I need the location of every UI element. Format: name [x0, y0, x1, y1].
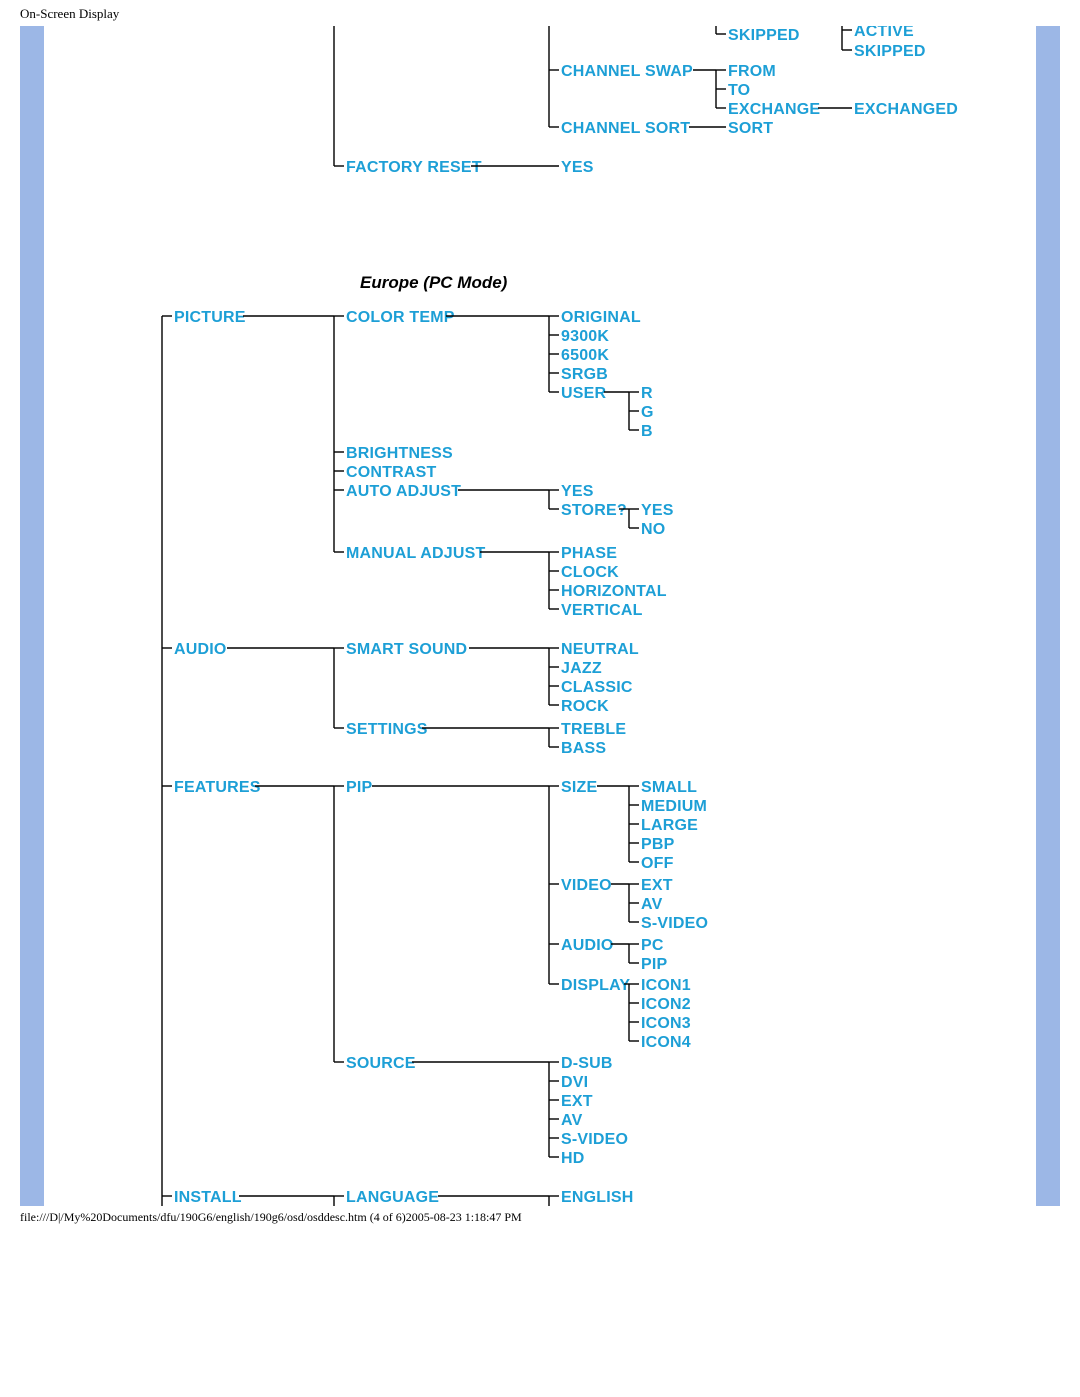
node-install: INSTALL — [174, 1189, 242, 1206]
node-user-b: B — [641, 423, 653, 440]
label-to: TO — [728, 82, 750, 99]
label-exchanged: EXCHANGED — [854, 101, 958, 118]
node-horizontal: HORIZONTAL — [561, 583, 667, 600]
label-active: ACTIVE — [854, 26, 914, 40]
node-hd: HD — [561, 1150, 585, 1167]
node-audio-settings: SETTINGS — [346, 721, 428, 738]
node-size-pbp: PBP — [641, 836, 675, 853]
node-pip: PIP — [346, 779, 373, 796]
node-neutral: NEUTRAL — [561, 641, 639, 658]
node-size-off: OFF — [641, 855, 674, 872]
node-source: SOURCE — [346, 1055, 416, 1072]
node-audio: AUDIO — [174, 641, 227, 658]
node-srgb: SRGB — [561, 366, 608, 383]
node-pip-audio: AUDIO — [561, 937, 614, 954]
node-6500k: 6500K — [561, 347, 609, 364]
node-video-ext: EXT — [641, 877, 673, 894]
node-user-g: G — [641, 404, 654, 421]
label-sort: SORT — [728, 120, 773, 137]
node-pip-video: VIDEO — [561, 877, 612, 894]
node-auto-yes: YES — [561, 483, 594, 500]
node-video-svideo: S-VIDEO — [641, 915, 708, 932]
node-jazz: JAZZ — [561, 660, 602, 677]
label-factory-reset-yes: YES — [561, 159, 594, 176]
label-skipped-2: SKIPPED — [854, 43, 926, 60]
label-channel-sort: CHANNEL SORT — [561, 120, 690, 137]
node-size-medium: MEDIUM — [641, 798, 707, 815]
node-contrast: CONTRAST — [346, 464, 437, 481]
node-icon1: ICON1 — [641, 977, 691, 994]
node-auto-adjust: AUTO ADJUST — [346, 483, 461, 500]
osd-tree-diagram: SKIPPED ACTIVE SKIPPED CHANNEL SWAP FROM… — [44, 26, 1036, 1206]
right-border-bar — [1036, 26, 1060, 1206]
node-dvi: DVI — [561, 1074, 588, 1091]
node-pipaudio-pip: PIP — [641, 956, 668, 973]
node-src-ext: EXT — [561, 1093, 593, 1110]
node-pipaudio-pc: PC — [641, 937, 664, 954]
node-icon4: ICON4 — [641, 1034, 691, 1051]
node-size-large: LARGE — [641, 817, 698, 834]
label-channel-swap: CHANNEL SWAP — [561, 63, 693, 80]
label-exchange: EXCHANGE — [728, 101, 820, 118]
label-skipped-top: SKIPPED — [728, 27, 800, 44]
node-vertical: VERTICAL — [561, 602, 643, 619]
node-icon3: ICON3 — [641, 1015, 691, 1032]
node-pip-size: SIZE — [561, 779, 597, 796]
node-smart-sound: SMART SOUND — [346, 641, 467, 658]
heading-europe-pc-mode: Europe (PC Mode) — [360, 273, 508, 292]
node-icon2: ICON2 — [641, 996, 691, 1013]
label-factory-reset: FACTORY RESET — [346, 159, 482, 176]
node-manual-adjust: MANUAL ADJUST — [346, 545, 486, 562]
node-features: FEATURES — [174, 779, 261, 796]
node-brightness: BRIGHTNESS — [346, 445, 453, 462]
node-rock: ROCK — [561, 698, 609, 715]
node-clock: CLOCK — [561, 564, 619, 581]
node-phase: PHASE — [561, 545, 617, 562]
page-title: On-Screen Display — [0, 0, 1080, 22]
node-color-temp: COLOR TEMP — [346, 309, 455, 326]
node-original: ORIGINAL — [561, 309, 641, 326]
node-src-av: AV — [561, 1112, 583, 1129]
node-bass: BASS — [561, 740, 606, 757]
node-src-svideo: S-VIDEO — [561, 1131, 628, 1148]
node-language: LANGUAGE — [346, 1189, 439, 1206]
node-dsub: D-SUB — [561, 1055, 613, 1072]
node-video-av: AV — [641, 896, 663, 913]
node-store-yes: YES — [641, 502, 674, 519]
node-user: USER — [561, 385, 606, 402]
node-pip-display: DISPLAY — [561, 977, 630, 994]
node-store: STORE? — [561, 502, 627, 519]
node-user-r: R — [641, 385, 653, 402]
node-english: ENGLISH — [561, 1189, 634, 1206]
page-footer: file:///D|/My%20Documents/dfu/190G6/engl… — [0, 1206, 1080, 1225]
node-treble: TREBLE — [561, 721, 626, 738]
page-body: SKIPPED ACTIVE SKIPPED CHANNEL SWAP FROM… — [20, 26, 1060, 1206]
node-9300k: 9300K — [561, 328, 609, 345]
label-from: FROM — [728, 63, 776, 80]
osd-tree-svg: SKIPPED ACTIVE SKIPPED CHANNEL SWAP FROM… — [44, 26, 1036, 1206]
node-store-no: NO — [641, 521, 665, 538]
node-size-small: SMALL — [641, 779, 697, 796]
left-border-bar — [20, 26, 44, 1206]
node-classic: CLASSIC — [561, 679, 633, 696]
node-picture: PICTURE — [174, 309, 246, 326]
